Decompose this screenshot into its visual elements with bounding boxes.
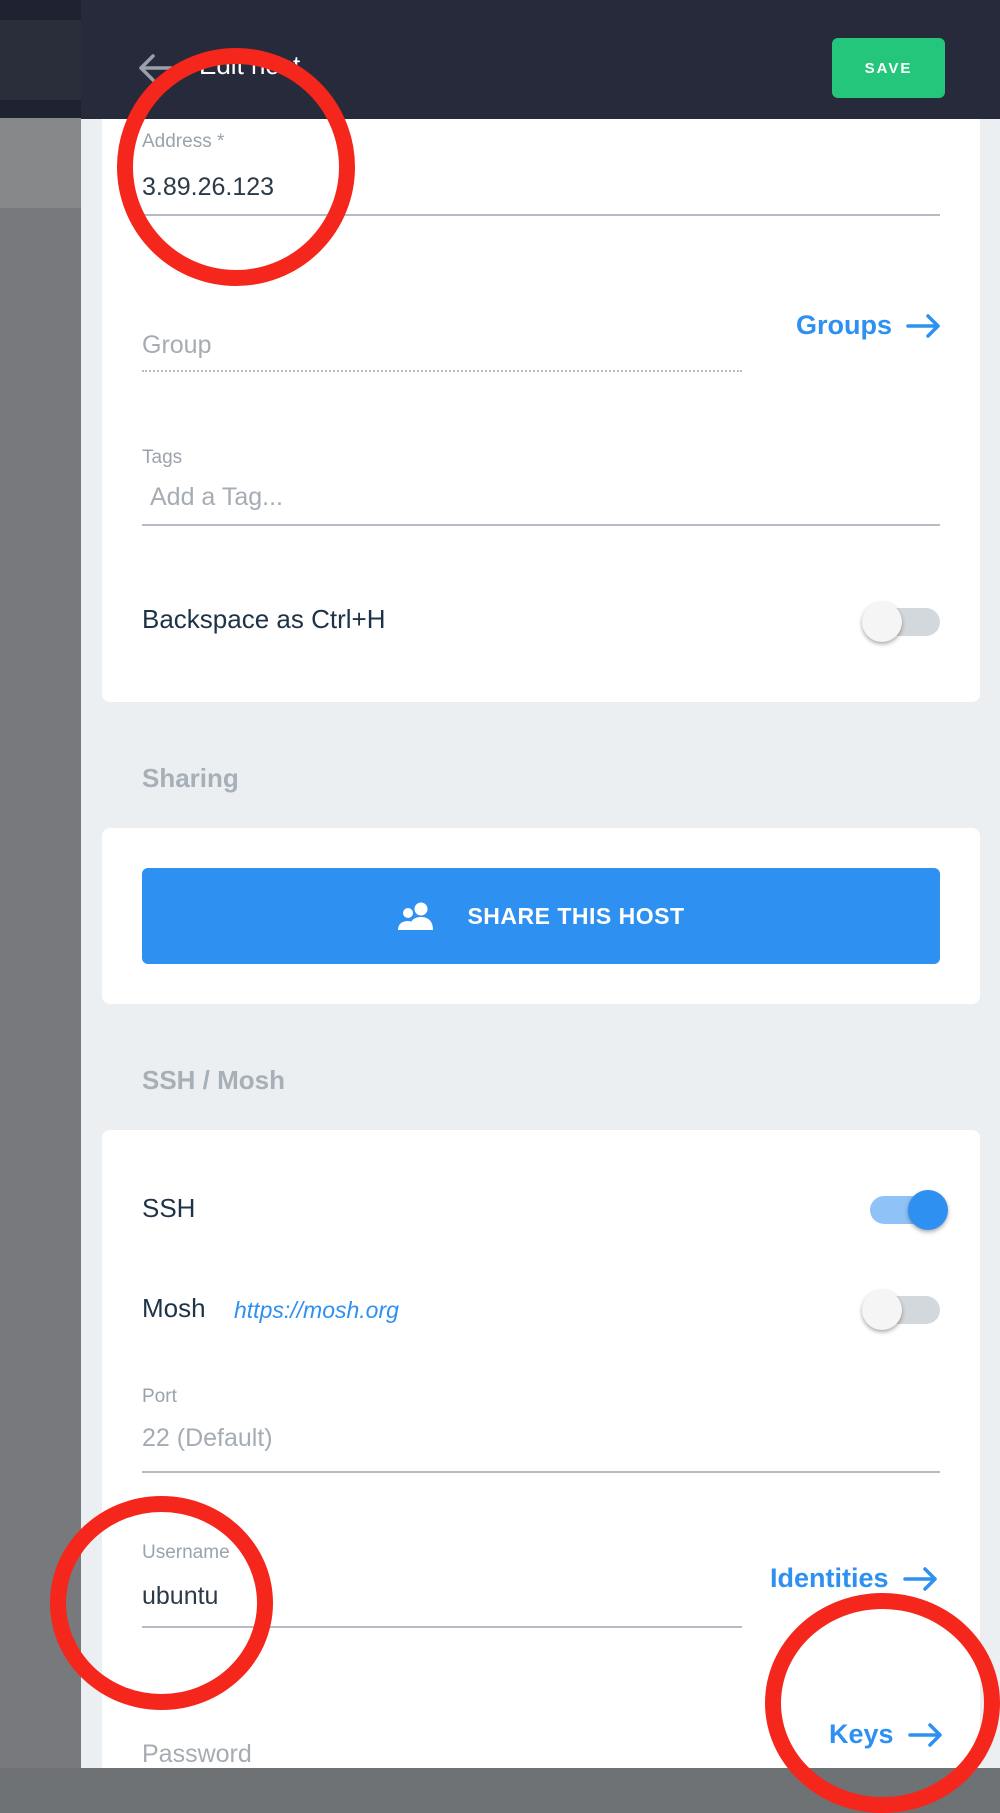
username-field[interactable]: ubuntu: [142, 1582, 218, 1611]
group-field[interactable]: Group: [142, 331, 211, 360]
background-header-item: [0, 20, 81, 100]
tags-underline: [142, 524, 940, 526]
background-header: [0, 0, 81, 118]
share-host-label: SHARE THIS HOST: [467, 902, 685, 929]
ssh-mosh-card: SSH Mosh https://mosh.org Port 22 (Defau…: [102, 1130, 980, 1768]
username-label: Username: [142, 1542, 230, 1563]
ssh-toggle[interactable]: [870, 1190, 948, 1230]
backspace-toggle[interactable]: [862, 602, 940, 642]
users-icon: [398, 902, 434, 930]
port-field[interactable]: 22 (Default): [142, 1424, 273, 1453]
mosh-toggle[interactable]: [862, 1290, 940, 1330]
groups-link-label: Groups: [796, 310, 893, 340]
toggle-knob: [908, 1190, 948, 1230]
port-underline: [142, 1471, 940, 1473]
keys-link-label: Keys: [829, 1719, 894, 1749]
arrow-right-icon: [906, 313, 940, 338]
groups-link[interactable]: Groups: [796, 310, 942, 341]
sharing-section-title: Sharing: [142, 763, 239, 793]
edit-host-panel: Edit host SAVE Address * 3.89.26.123 Gro…: [81, 0, 1000, 1768]
background-list-pane: [0, 0, 81, 1768]
sharing-card: SHARE THIS HOST: [102, 828, 980, 1004]
address-underline: [142, 214, 940, 216]
save-button[interactable]: SAVE: [832, 38, 945, 98]
backspace-label: Backspace as Ctrl+H: [142, 604, 386, 634]
background-list-item: [0, 118, 81, 208]
ssh-mosh-section-title: SSH / Mosh: [142, 1065, 286, 1095]
mosh-label: Mosh: [142, 1293, 206, 1323]
username-underline: [142, 1626, 742, 1628]
tags-input[interactable]: Add a Tag...: [150, 483, 283, 512]
toggle-knob: [862, 602, 902, 642]
arrow-right-icon: [907, 1722, 942, 1747]
general-card: Address * 3.89.26.123 Group Groups Tags …: [102, 119, 980, 702]
panel-header: Edit host SAVE: [81, 0, 1000, 119]
address-field[interactable]: 3.89.26.123: [142, 173, 274, 202]
group-underline: [142, 370, 742, 372]
keys-link[interactable]: Keys: [829, 1719, 944, 1750]
arrow-right-icon: [902, 1566, 937, 1591]
share-host-button[interactable]: SHARE THIS HOST: [142, 868, 940, 964]
toggle-knob: [862, 1290, 902, 1330]
arrow-left-icon[interactable]: [137, 50, 173, 86]
password-field[interactable]: Password: [142, 1740, 252, 1768]
identities-link[interactable]: Identities: [770, 1563, 939, 1594]
address-label: Address *: [142, 131, 225, 152]
port-label: Port: [142, 1386, 177, 1407]
tags-label: Tags: [142, 447, 183, 468]
mosh-link[interactable]: https://mosh.org: [234, 1297, 399, 1324]
identities-link-label: Identities: [770, 1563, 889, 1593]
page-title: Edit host: [199, 50, 301, 80]
ssh-label: SSH: [142, 1193, 196, 1223]
